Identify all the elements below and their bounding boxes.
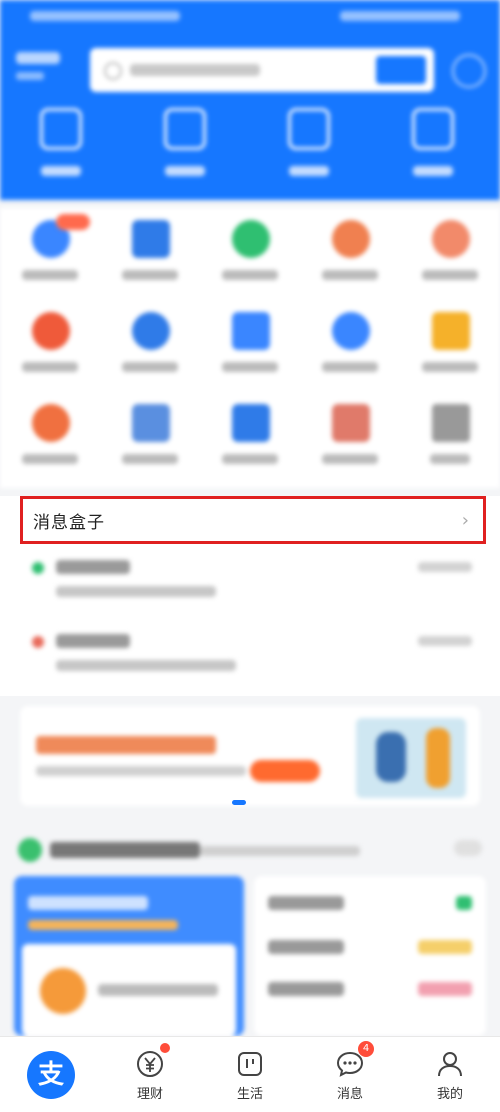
unread-badge: 4 xyxy=(358,1041,374,1057)
app-grid-item[interactable] xyxy=(0,300,100,390)
app-icon xyxy=(232,312,270,350)
app-grid-item[interactable] xyxy=(100,300,200,390)
service-card[interactable] xyxy=(14,876,244,1036)
banner-button[interactable] xyxy=(250,760,320,782)
life-icon xyxy=(238,1052,262,1076)
travel-icon xyxy=(288,108,330,150)
app-icon xyxy=(32,312,70,350)
section-subtitle xyxy=(200,846,360,856)
header-tools xyxy=(0,108,500,188)
app-icon xyxy=(232,220,270,258)
message-item[interactable] xyxy=(0,624,500,694)
app-grid-item[interactable] xyxy=(100,208,200,298)
nav-wealth[interactable]: 理财 xyxy=(100,1037,200,1112)
nav-label: 生活 xyxy=(236,1087,263,1102)
service-icon xyxy=(40,968,86,1014)
app-grid-item[interactable] xyxy=(200,208,300,298)
app-icon xyxy=(332,312,370,350)
app-icon xyxy=(432,220,470,258)
message-icon xyxy=(32,562,44,574)
search-button[interactable] xyxy=(376,56,426,84)
app-grid-item[interactable] xyxy=(300,208,400,298)
app-grid xyxy=(0,208,500,488)
app-grid-item[interactable] xyxy=(400,208,500,298)
city-selector[interactable] xyxy=(16,52,78,88)
promo-banner[interactable] xyxy=(20,706,480,806)
scan-icon xyxy=(40,108,82,150)
nav-label: 理财 xyxy=(136,1087,163,1102)
more-apps-item[interactable] xyxy=(400,392,500,482)
card-pack-button[interactable] xyxy=(388,108,478,176)
app-grid-item[interactable] xyxy=(200,300,300,390)
status-bar xyxy=(0,8,500,26)
scan-button[interactable] xyxy=(16,108,106,176)
warning-icon xyxy=(32,636,44,648)
app-icon xyxy=(132,312,170,350)
search-placeholder xyxy=(130,64,260,76)
nav-label: 消息 xyxy=(336,1087,363,1102)
message-box-title: 消息盒子 xyxy=(33,512,105,533)
app-icon xyxy=(132,220,170,258)
notification-dot xyxy=(160,1043,170,1053)
status-bar-left xyxy=(30,11,180,21)
alipay-logo-icon: 支 xyxy=(27,1051,75,1099)
app-icon xyxy=(232,404,270,442)
app-icon xyxy=(332,220,370,258)
message-box-header[interactable]: 消息盒子 › xyxy=(20,496,486,544)
more-button[interactable] xyxy=(454,840,482,856)
status-bar-right xyxy=(340,11,460,21)
app-grid-item[interactable] xyxy=(100,392,200,482)
app-icon xyxy=(132,404,170,442)
grid-icon xyxy=(432,404,470,442)
app-icon xyxy=(332,404,370,442)
travel-button[interactable] xyxy=(264,108,354,176)
app-icon xyxy=(432,312,470,350)
yuan-coin-icon xyxy=(137,1051,163,1077)
user-icon xyxy=(438,1052,462,1077)
app-grid-item[interactable] xyxy=(0,392,100,482)
top-header xyxy=(0,0,500,200)
promo-badge xyxy=(56,214,90,230)
add-icon[interactable] xyxy=(452,54,486,88)
search-icon xyxy=(104,62,122,80)
card-pack-icon xyxy=(412,108,454,150)
message-item[interactable] xyxy=(0,550,500,620)
banner-image xyxy=(356,718,466,798)
nav-messages[interactable]: 4 消息 xyxy=(300,1037,400,1112)
section-title xyxy=(50,842,200,858)
bottom-nav: 支 理财 生活 4 消息 我的 xyxy=(0,1036,500,1112)
stats-card[interactable] xyxy=(254,876,486,1036)
app-grid-item[interactable] xyxy=(300,392,400,482)
section-icon xyxy=(18,838,42,862)
app-grid-item[interactable] xyxy=(400,300,500,390)
app-grid-item[interactable] xyxy=(300,300,400,390)
nav-home[interactable]: 支 xyxy=(0,1037,100,1112)
pay-icon xyxy=(164,108,206,150)
pay-button[interactable] xyxy=(140,108,230,176)
search-bar[interactable] xyxy=(90,48,434,92)
nav-label: 我的 xyxy=(436,1087,463,1102)
chevron-right-icon: › xyxy=(461,509,469,531)
nav-me[interactable]: 我的 xyxy=(400,1037,500,1112)
app-icon xyxy=(32,404,70,442)
app-grid-item[interactable] xyxy=(200,392,300,482)
nav-life[interactable]: 生活 xyxy=(200,1037,300,1112)
carousel-indicator xyxy=(232,800,246,805)
